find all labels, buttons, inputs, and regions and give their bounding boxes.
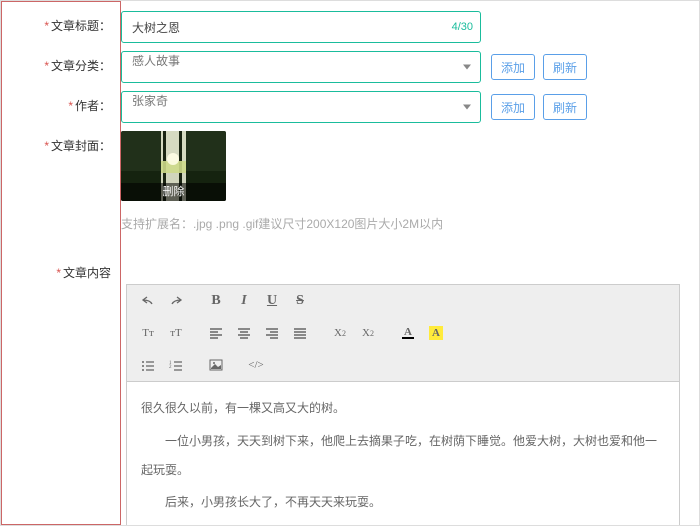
align-justify-icon[interactable] xyxy=(289,323,311,343)
add-category-button[interactable]: 添加 xyxy=(491,54,535,80)
refresh-author-button[interactable]: 刷新 xyxy=(543,94,587,120)
strikethrough-button[interactable]: S xyxy=(289,291,311,311)
heading-button[interactable]: Tт xyxy=(137,323,159,343)
rich-text-editor: B I U S Tт тT X2 X2 xyxy=(126,284,680,526)
cover-thumbnail[interactable]: 删除 xyxy=(121,131,226,201)
delete-cover-button[interactable]: 删除 xyxy=(121,183,226,201)
labels-highlight-box xyxy=(1,1,121,525)
underline-button[interactable]: U xyxy=(261,291,283,311)
superscript-button[interactable]: X2 xyxy=(357,323,379,343)
select-author[interactable]: 张家奇 xyxy=(121,91,481,123)
align-right-icon[interactable] xyxy=(261,323,283,343)
redo-icon[interactable] xyxy=(165,291,187,311)
highlight-button[interactable]: A xyxy=(425,323,447,343)
ordered-list-icon[interactable]: 12 xyxy=(165,355,187,375)
form-container: *文章标题： 4/30 *文章分类： 感人故事 添加 刷新 *作者： 张家奇 xyxy=(0,0,700,526)
bold-button[interactable]: B xyxy=(205,291,227,311)
svg-text:2: 2 xyxy=(169,365,172,370)
title-char-count: 4/30 xyxy=(452,21,473,33)
unordered-list-icon[interactable] xyxy=(137,355,159,375)
select-category[interactable]: 感人故事 xyxy=(121,51,481,83)
add-author-button[interactable]: 添加 xyxy=(491,94,535,120)
image-button-icon[interactable] xyxy=(205,355,227,375)
code-button[interactable]: </> xyxy=(245,355,267,375)
paragraph: 后来，小男孩长大了，不再天天来玩耍。 xyxy=(141,488,665,517)
align-center-icon[interactable] xyxy=(233,323,255,343)
paragraph: 很久很久以前，有一棵又高又大的树。 xyxy=(141,394,665,423)
input-title[interactable] xyxy=(121,11,481,43)
editor-toolbar: B I U S Tт тT X2 X2 xyxy=(127,285,679,382)
italic-button[interactable]: I xyxy=(233,291,255,311)
cover-hint: 支持扩展名：.jpg .png .gif建议尺寸200X120图片大小2M以内 xyxy=(121,215,443,232)
editor-content-area[interactable]: 很久很久以前，有一棵又高又大的树。 一位小男孩，天天到树下来，他爬上去摘果子吃，… xyxy=(127,382,679,526)
subscript-button[interactable]: X2 xyxy=(329,323,351,343)
font-size-button[interactable]: тT xyxy=(165,323,187,343)
undo-icon[interactable] xyxy=(137,291,159,311)
paragraph: 一天他又来到树下，很伤心的样子。 xyxy=(141,521,665,526)
refresh-category-button[interactable]: 刷新 xyxy=(543,54,587,80)
align-left-icon[interactable] xyxy=(205,323,227,343)
font-color-button[interactable]: A xyxy=(397,323,419,343)
paragraph: 一位小男孩，天天到树下来，他爬上去摘果子吃，在树荫下睡觉。他爱大树，大树也爱和他… xyxy=(141,427,665,485)
